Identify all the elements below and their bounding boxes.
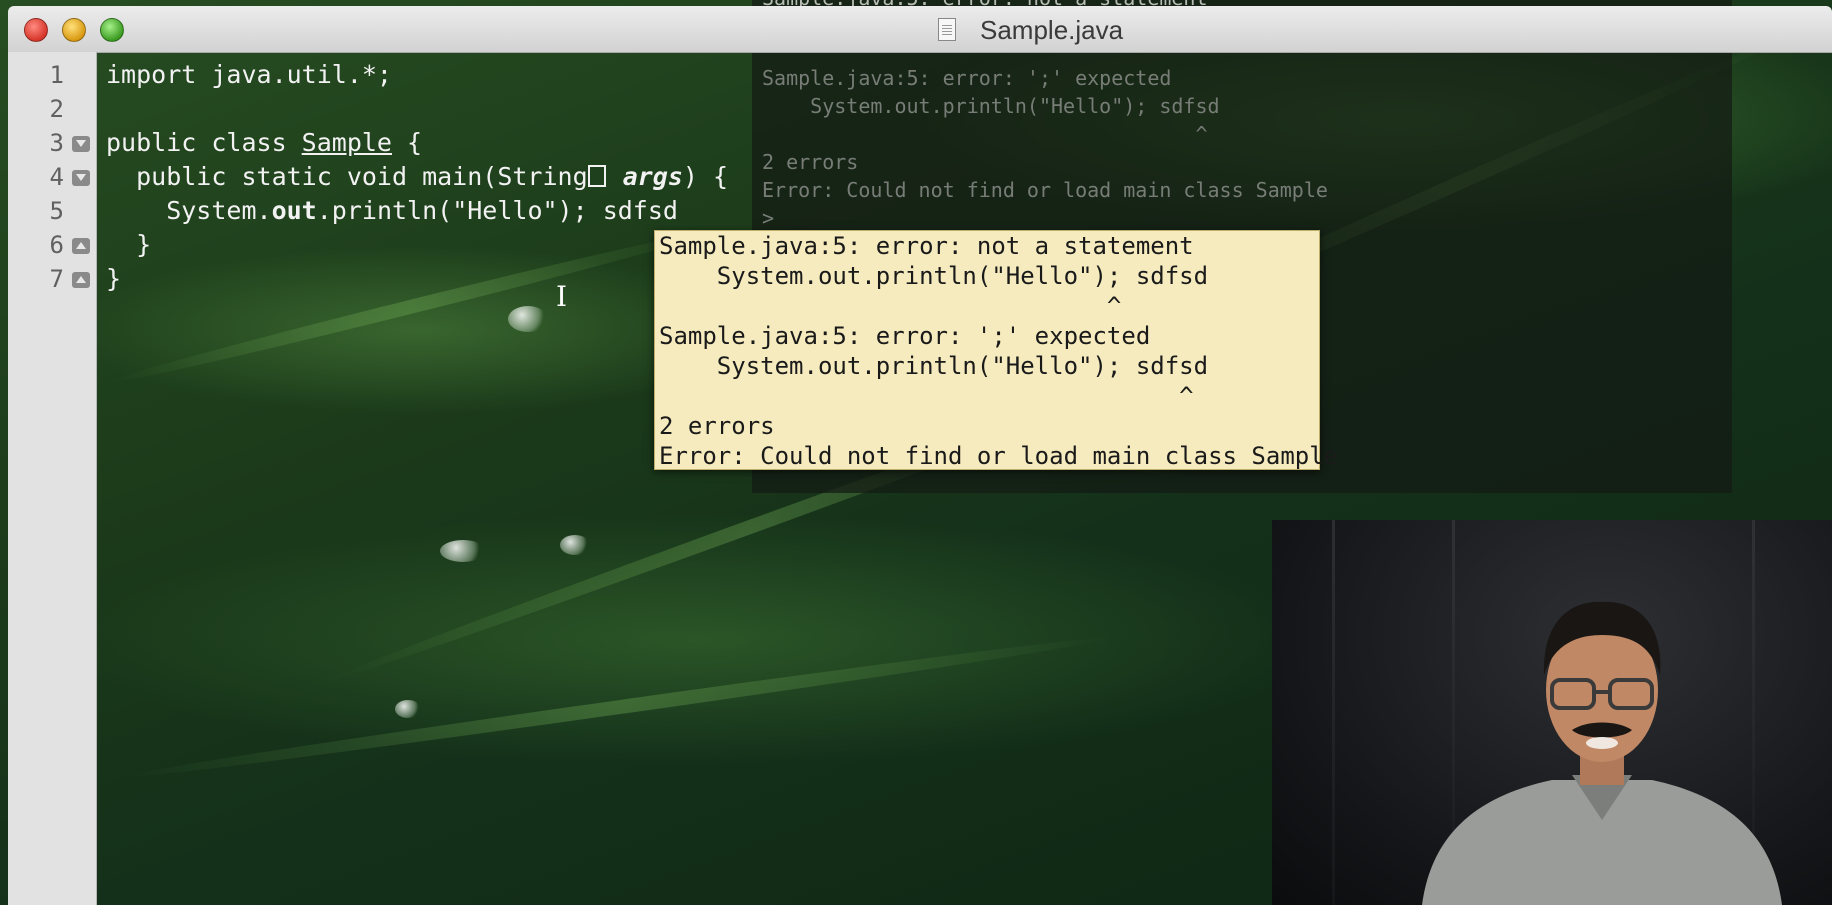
text-cursor-icon: I xyxy=(556,280,568,313)
fold-end-icon[interactable] xyxy=(72,272,90,288)
code-line: import java.util.*; xyxy=(106,58,728,92)
code-text: .println("Hello"); sdfsd xyxy=(316,196,678,225)
code-text: ) { xyxy=(682,162,729,191)
window-title: Sample.java xyxy=(980,15,1124,45)
popup-line: System.out.println("Hello"); sdfsd xyxy=(659,352,1209,380)
water-drop xyxy=(508,306,548,332)
popup-line: ^ xyxy=(659,382,1194,410)
popup-line: Sample.java:5: error: ';' expected xyxy=(659,322,1151,350)
webcam-overlay xyxy=(1272,520,1832,905)
array-brackets-icon xyxy=(587,165,606,187)
grass-blade xyxy=(123,630,1117,784)
code-text: { xyxy=(391,128,423,157)
popup-line: Error: Could not find or load main class… xyxy=(659,442,1339,470)
backdrop-fold xyxy=(1332,520,1335,905)
line-number: 6 xyxy=(49,231,64,259)
document-icon xyxy=(938,18,956,41)
popup-line: Sample.java:5: error: not a statement xyxy=(659,232,1194,260)
fold-toggle-icon[interactable] xyxy=(72,170,90,186)
popup-line: System.out.println("Hello"); sdfsd xyxy=(659,262,1209,290)
code-text: import java.util.*; xyxy=(106,60,392,89)
class-name: Sample xyxy=(301,128,392,157)
field-name: out xyxy=(271,196,317,225)
terminal-line: Error: Could not find or load main class… xyxy=(762,178,1328,202)
fold-toggle-icon[interactable] xyxy=(72,136,90,152)
line-number: 3 xyxy=(49,129,64,157)
fold-end-icon[interactable] xyxy=(72,238,90,254)
editor-title-bar[interactable]: Sample.java xyxy=(8,6,1832,53)
terminal-prompt[interactable]: > xyxy=(762,204,786,232)
parameter-name: args xyxy=(622,162,683,191)
code-text: System. xyxy=(106,196,272,225)
code-line: } xyxy=(106,228,728,262)
error-output-popup: Sample.java:5: error: not a statement Sy… xyxy=(654,230,1338,470)
code-text: public static void main(String xyxy=(106,162,588,191)
line-number-gutter: 1 2 3 4 5 6 7 xyxy=(8,52,97,905)
line-number: 5 xyxy=(49,197,64,225)
code-line: System.out.println("Hello"); sdfsd xyxy=(106,194,728,228)
code-text: } xyxy=(106,230,152,259)
popup-line: 2 errors xyxy=(659,412,775,440)
line-number: 2 xyxy=(49,95,64,123)
line-number: 1 xyxy=(49,61,64,89)
water-drop xyxy=(560,535,590,555)
code-line: } xyxy=(106,262,728,296)
zoom-button[interactable] xyxy=(100,18,124,42)
code-line: public class Sample { xyxy=(106,126,728,160)
water-drop xyxy=(440,540,486,562)
terminal-line: 2 errors xyxy=(762,150,859,174)
line-number: 7 xyxy=(49,265,64,293)
popup-line: ^ xyxy=(659,292,1122,320)
minimize-button[interactable] xyxy=(62,18,86,42)
terminal-line: Sample.java:5: error: ';' expected xyxy=(762,66,1172,90)
terminal-line: System.out.println("Hello"); sdfsd xyxy=(762,94,1220,118)
code-text: } xyxy=(106,264,122,293)
code-editor[interactable]: import java.util.*; public class Sample … xyxy=(106,58,728,296)
code-line: public static void main(String args) { xyxy=(106,160,728,194)
water-drop xyxy=(395,700,421,718)
presenter-silhouette xyxy=(1422,601,1782,905)
close-button[interactable] xyxy=(24,18,48,42)
code-text: public class xyxy=(106,128,302,157)
line-number: 4 xyxy=(49,163,64,191)
terminal-line: ^ xyxy=(762,122,1208,146)
